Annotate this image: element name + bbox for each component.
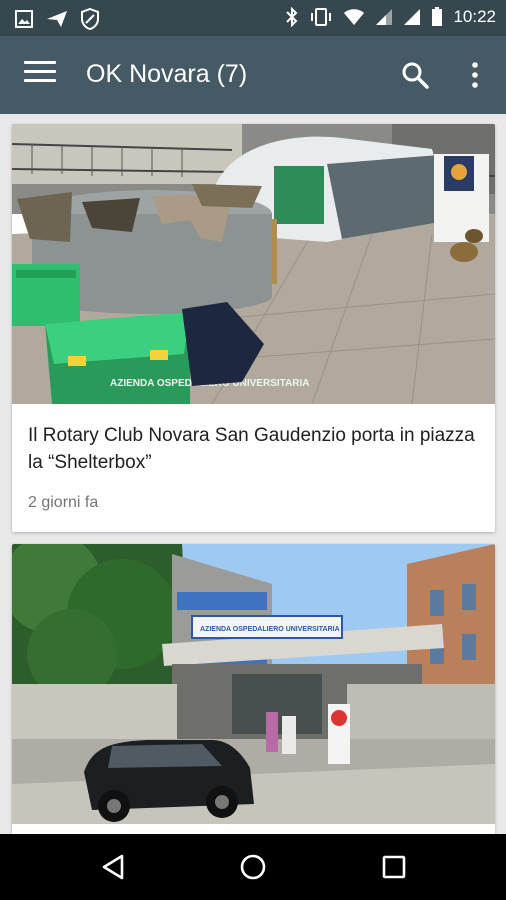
recents-icon[interactable] [378,851,410,883]
article-image[interactable]: AZIENDA OSPEDALIERO UNIVERSITARIA [12,544,495,824]
status-time: 10:22 [453,7,496,26]
more-vert-icon[interactable] [465,60,485,90]
wifi-icon [344,9,365,25]
signal-icon [376,9,393,25]
article-card[interactable]: AZIENDA OSPEDALIERO UNIVERSITARIA [12,544,495,834]
home-icon[interactable] [237,851,269,883]
article-timestamp: 2 giorni fa [28,494,99,511]
navigation-bar [0,834,506,900]
send-icon [47,11,67,27]
status-bar: 10:22 [0,0,506,36]
battery-icon [432,7,443,26]
bluetooth-icon [286,7,298,27]
signal-full-icon [404,9,421,25]
article-card[interactable]: AZIENDA OSPEDALIERO UNIVERSITARIA Il Rot… [12,124,495,532]
app-title: OK Novara (7) [86,60,248,88]
status-indicators: 10:22 [285,7,496,27]
article-image[interactable]: AZIENDA OSPEDALIERO UNIVERSITARIA [12,124,495,404]
article-content: Il Rotary Club Novara San Gaudenzio port… [12,404,495,512]
hospital-sign-label: AZIENDA OSPEDALIERO UNIVERSITARIA [200,626,340,633]
shield-icon [81,8,99,30]
search-icon[interactable] [400,60,430,90]
news-feed[interactable]: AZIENDA OSPEDALIERO UNIVERSITARIA Il Rot… [0,114,506,834]
app-bar: OK Novara (7) [0,36,506,114]
article-title[interactable]: Il Rotary Club Novara San Gaudenzio port… [28,422,479,476]
back-icon[interactable] [98,851,130,883]
menu-icon[interactable] [24,61,56,89]
image-icon [15,10,33,28]
status-notifications [14,8,100,30]
vibrate-icon [311,8,332,26]
